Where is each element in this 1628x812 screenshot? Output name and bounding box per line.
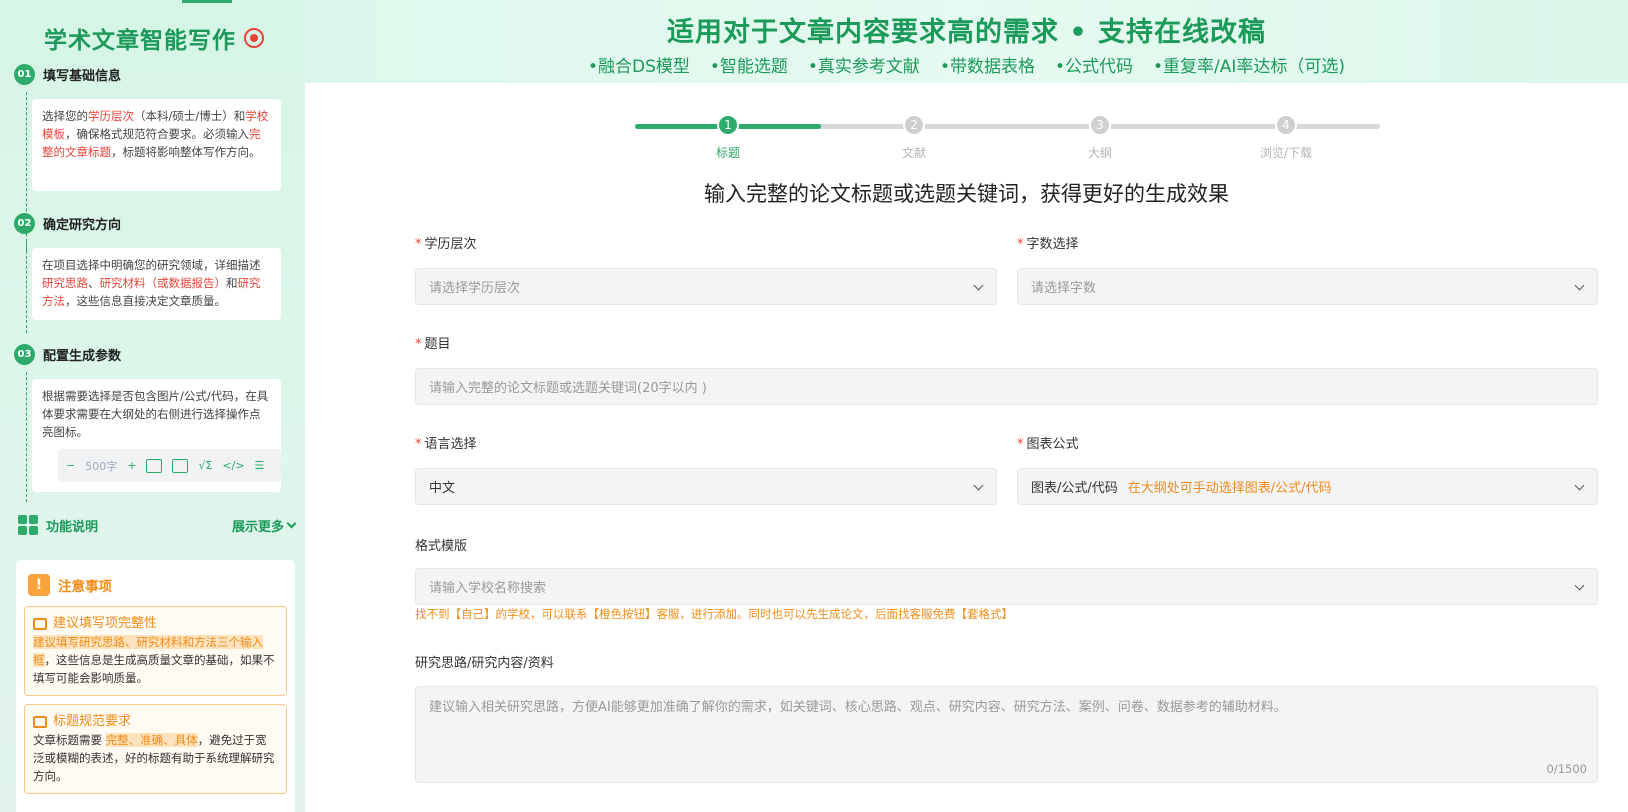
book-icon [33,618,47,630]
chevron-down-icon [286,518,297,528]
step-node-literature[interactable]: 2 文献 [902,114,926,160]
plus-icon[interactable]: + [127,459,136,472]
guide-step-1: 01 填写基础信息 [14,64,122,252]
chevron-down-icon [1574,580,1585,591]
research-textarea[interactable]: 建议输入相关研究思路，方便AI能够更加准确了解你的需求，如关键词、核心思路、观点… [415,686,1598,783]
play-icon[interactable] [244,28,264,48]
top-accent-bar [182,0,232,3]
notice-panel: ! 注意事项 建议填写项完整性 建议填写研究思路、研究材料和方法三个输入框，这些… [16,560,295,812]
feature-label: 功能说明 [46,519,99,535]
chevron-down-icon [973,480,984,491]
header-feature: •智能选题 [709,57,788,77]
document-icon [33,716,47,728]
step-connector [26,372,27,502]
chevron-down-icon [1574,280,1585,291]
step-connector [26,241,27,333]
minus-icon[interactable]: − [66,459,75,472]
char-counter: 0/1500 [1546,762,1587,776]
step-number: 02 [14,213,35,234]
step-title: 填写基础信息 [43,69,122,84]
language-select[interactable]: 中文 [415,468,997,505]
header-feature: •公式代码 [1054,57,1133,77]
formula-icon[interactable]: √Σ [198,459,212,472]
feature-row: 功能说明 展示更多 [18,515,297,535]
header-features: •融合DS模型 •智能选题 •真实参考文献 •带数据表格 •公式代码 •重复率/… [305,52,1628,77]
guide-step-2: 02 确定研究方向 [14,213,122,333]
header-feature: •重复率/AI率达标（可选) [1153,57,1346,77]
header-banner: 适用对于文章内容要求高的需求 • 支持在线改稿 •融合DS模型 •智能选题 •真… [305,0,1628,83]
step-node-outline[interactable]: 3 大纲 [1088,114,1112,160]
word-count-value: 500字 [85,459,118,473]
template-label: 格式模版 [415,539,468,554]
image-icon[interactable] [172,458,189,473]
header-feature: •带数据表格 [939,57,1035,77]
step-number: 03 [14,344,35,365]
header-feature: •融合DS模型 [587,57,690,77]
guide-step-3: 03 配置生成参数 [14,344,122,502]
language-label: * 语言选择 [415,437,477,452]
sidebar: 学术文章智能写作 01 填写基础信息 选择您的学历层次（本科/硕士/博士）和学校… [0,0,305,812]
code-icon[interactable]: </> [222,459,244,472]
notice-title: 注意事项 [58,579,112,595]
header-title: 适用对于文章内容要求高的需求 • 支持在线改稿 [666,17,1267,48]
education-label: * 学历层次 [415,237,477,252]
step-node-title[interactable]: 1 标题 [716,114,740,160]
template-search-select[interactable]: 请输入学校名称搜索 [415,568,1598,605]
wordcount-select[interactable]: 请选择字数 [1017,268,1598,305]
page-root: 学术文章智能写作 01 填写基础信息 选择您的学历层次（本科/硕士/博士）和学校… [0,0,1628,812]
topic-label: * 题目 [415,337,451,352]
sidebar-title: 学术文章智能写作 [44,21,264,55]
education-select[interactable]: 请选择学历层次 [415,268,997,305]
charts-select[interactable]: 图表/公式/代码 在大纲处可手动选择图表/公式/代码 [1017,468,1598,505]
tip-completeness: 建议填写项完整性 建议填写研究思路、研究材料和方法三个输入框，这些信息是生成高质… [24,606,287,696]
charts-label: * 图表公式 [1017,437,1079,452]
chevron-down-icon [973,280,984,291]
table-icon[interactable] [146,458,163,473]
warning-icon: ! [28,574,50,596]
step-1-card: 选择您的学历层次（本科/硕士/博士）和学校模板，确保格式规范符合要求。必须输入完… [32,99,281,191]
show-more-button[interactable]: 展示更多 [232,516,297,535]
sidebar-title-text: 学术文章智能写作 [44,28,236,54]
template-note: 找不到【自己】的学校，可以联系【橙色按钮】客服，进行添加。同时也可以先生成论文，… [415,607,1013,621]
list-icon[interactable]: ☰ [255,459,265,472]
chevron-down-icon [1574,480,1585,491]
step-title: 确定研究方向 [43,218,122,233]
wordcount-label: * 字数选择 [1017,237,1079,252]
research-label: 研究思路/研究内容/资料 [415,656,554,671]
main-heading: 输入完整的论文标题或选题关键词，获得更好的生成效果 [704,182,1229,206]
step-2-card: 在项目选择中明确您的研究领域，详细描述研究思路、研究材料（或数据报告）和研究方法… [32,248,281,320]
tip-title-rules: 标题规范要求 文章标题需要 完整、准确、具体，避免过于宽泛或模糊的表述，好的标题… [24,704,287,794]
feature-grid-icon [18,515,38,535]
step-number: 01 [14,64,35,85]
param-toolbar-preview: − 500字 + √Σ </> ☰ [58,449,281,482]
step-title: 配置生成参数 [43,349,122,364]
progress-stepper: 1 标题 2 文献 3 大纲 4 浏览/下载 [635,114,1380,164]
step-node-download[interactable]: 4 浏览/下载 [1260,114,1312,160]
topic-input[interactable]: 请输入完整的论文标题或选题关键词(20字以内 ) [415,368,1598,405]
header-feature: •真实参考文献 [807,57,920,77]
